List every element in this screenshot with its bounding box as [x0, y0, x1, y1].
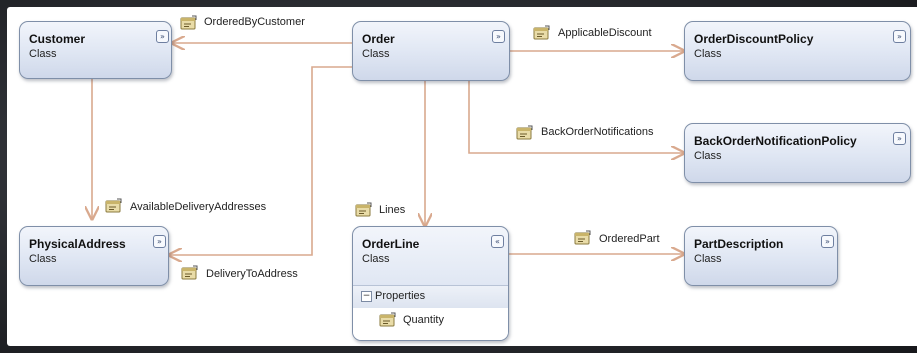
collapse-toggle-icon[interactable]: » [893, 30, 906, 43]
collapse-toggle-icon[interactable]: » [821, 235, 834, 248]
property-association-icon [180, 15, 197, 30]
class-name: Order [362, 32, 395, 46]
collapse-toggle-icon[interactable]: » [153, 235, 166, 248]
properties-section-header[interactable]: − Properties [353, 285, 508, 308]
association-label-delivery-to-address[interactable]: DeliveryToAddress [206, 268, 298, 280]
property-association-icon [533, 25, 550, 40]
property-association-icon [105, 198, 122, 213]
collapse-toggle-icon[interactable]: » [492, 30, 505, 43]
class-name: Customer [29, 32, 86, 46]
collapse-toggle-icon[interactable]: « [491, 235, 504, 248]
association-label-ordered-by-customer[interactable]: OrderedByCustomer [204, 16, 305, 28]
class-name: PhysicalAddress [29, 237, 126, 251]
class-box-physical-address[interactable]: PhysicalAddress Class » [19, 226, 169, 286]
class-box-back-order-notification-policy[interactable]: BackOrderNotificationPolicy Class » [684, 123, 911, 183]
collapse-toggle-icon[interactable]: » [893, 132, 906, 145]
class-kind: Class [362, 48, 390, 60]
association-label-lines[interactable]: Lines [379, 204, 405, 216]
property-association-icon [516, 125, 533, 140]
class-box-order[interactable]: Order Class » [352, 21, 510, 81]
class-name: OrderLine [362, 237, 420, 251]
property-icon [379, 312, 396, 327]
class-kind: Class [694, 150, 722, 162]
class-name: PartDescription [694, 237, 784, 251]
properties-list: Quantity [353, 308, 508, 340]
class-kind: Class [694, 48, 722, 60]
property-quantity[interactable]: Quantity [403, 314, 444, 326]
association-label-available-delivery-addresses[interactable]: AvailableDeliveryAddresses [130, 201, 266, 213]
class-kind: Class [29, 48, 57, 60]
property-association-icon [181, 265, 198, 280]
association-label-ordered-part[interactable]: OrderedPart [599, 233, 660, 245]
class-box-order-line[interactable]: OrderLine Class « − Properties Quantity [352, 226, 509, 341]
connector-delivery-to-address [169, 66, 352, 255]
class-kind: Class [29, 253, 57, 265]
class-name: OrderDiscountPolicy [694, 32, 814, 46]
association-label-applicable-discount[interactable]: ApplicableDiscount [558, 27, 652, 39]
collapse-section-icon[interactable]: − [361, 291, 372, 302]
property-association-icon [355, 202, 372, 217]
class-kind: Class [362, 253, 390, 265]
collapse-toggle-icon[interactable]: » [156, 30, 169, 43]
association-label-back-order-notifications[interactable]: BackOrderNotifications [541, 126, 654, 138]
class-diagram-canvas[interactable]: Customer Class » Order Class » OrderDisc… [7, 7, 917, 346]
class-name: BackOrderNotificationPolicy [694, 134, 857, 148]
property-association-icon [574, 230, 591, 245]
class-box-customer[interactable]: Customer Class » [19, 21, 172, 79]
connector-back-order-notifications [468, 81, 684, 153]
class-kind: Class [694, 253, 722, 265]
class-box-part-description[interactable]: PartDescription Class » [684, 226, 838, 286]
properties-section-label: Properties [375, 290, 426, 302]
class-box-order-discount-policy[interactable]: OrderDiscountPolicy Class » [684, 21, 911, 81]
